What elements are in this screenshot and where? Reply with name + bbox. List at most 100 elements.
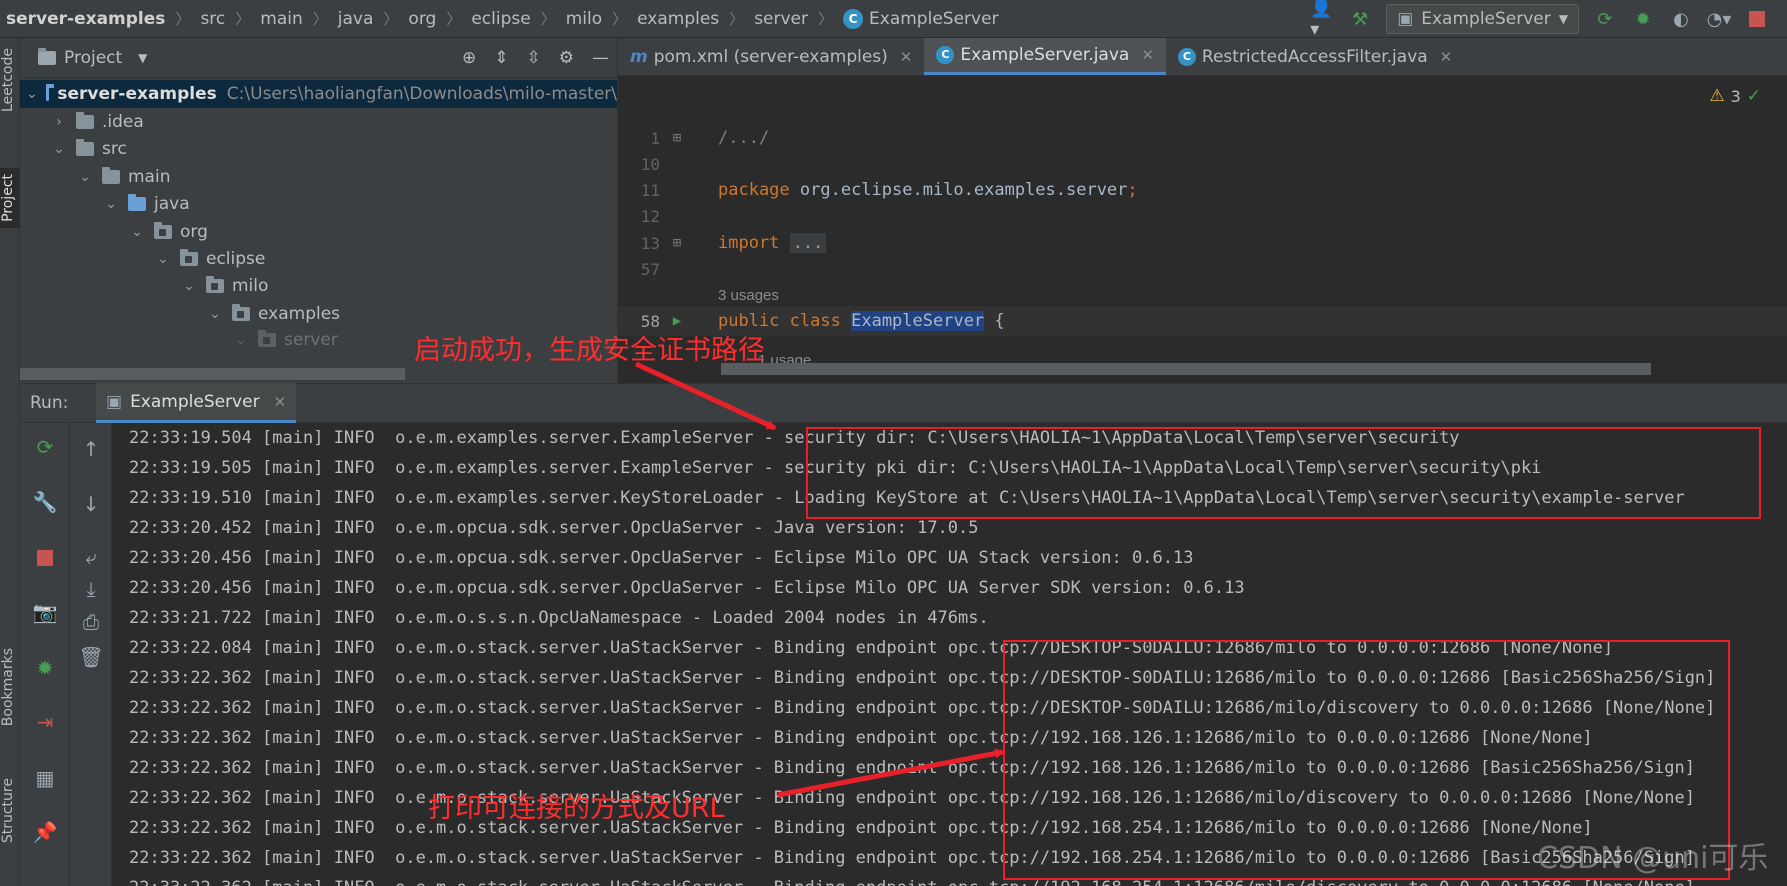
scroll-to-end-icon[interactable]: ⤓ [79, 577, 103, 601]
folded-imports[interactable]: ... [789, 233, 827, 253]
tab-restricted-access-filter[interactable]: C RestrictedAccessFilter.java ✕ [1166, 38, 1464, 75]
code-text: package org.eclipse.milo.examples.server… [718, 180, 1138, 200]
profiler-icon[interactable]: ◔▾ [1707, 7, 1732, 31]
chevron-down-icon[interactable]: ⌄ [76, 169, 94, 185]
arrow-up-icon[interactable]: ↑ [79, 437, 103, 461]
log-line: 22:33:21.722 [main] INFO o.e.m.o.s.s.n.O… [129, 608, 989, 628]
module-folder-icon [45, 84, 54, 101]
expand-all-icon[interactable]: ⇕ [494, 48, 508, 68]
chevron-down-icon[interactable]: ⌄ [50, 141, 68, 157]
chevron-down-icon[interactable]: ⌄ [102, 196, 120, 212]
debug-icon[interactable]: ✹ [33, 656, 57, 680]
class-icon: C [843, 8, 864, 29]
collapse-all-icon[interactable]: ⇳ [527, 48, 541, 68]
breadcrumb-item[interactable]: eclipse [471, 9, 530, 29]
tree-item-main[interactable]: ⌄ main [20, 163, 617, 191]
folder-icon [76, 112, 94, 129]
wrench-icon[interactable]: 🔧 [33, 490, 58, 514]
breadcrumb-item-label: ExampleServer [869, 8, 999, 29]
close-icon[interactable]: ✕ [900, 48, 913, 66]
print-icon[interactable]: ⎙ [79, 610, 103, 634]
tab-run-example-server[interactable]: ▣ ExampleServer ✕ [96, 383, 297, 423]
chevron-down-icon[interactable]: ⌄ [154, 251, 172, 267]
arrow-down-icon[interactable]: ↓ [79, 492, 103, 516]
camera-icon[interactable]: 📷 [33, 600, 58, 624]
close-icon[interactable]: ✕ [274, 393, 287, 411]
run-gutter-icon[interactable]: ▶ [660, 313, 694, 329]
tree-item-idea[interactable]: › .idea [20, 108, 617, 136]
chevron-down-icon[interactable]: ⌄ [232, 332, 250, 348]
breadcrumb-item[interactable]: src [200, 9, 225, 29]
fold-icon[interactable]: ⊞ [660, 235, 694, 251]
breadcrumb-item[interactable]: main [260, 9, 302, 29]
bookmarks-tool-button[interactable]: Bookmarks [0, 648, 20, 726]
breadcrumb-item[interactable]: org [408, 9, 436, 29]
chevron-down-icon[interactable]: ⌄ [26, 86, 38, 102]
exit-icon[interactable]: ⇥ [33, 710, 57, 734]
chevron-down-icon[interactable]: ▼ [138, 51, 147, 65]
tree-item-examples[interactable]: ⌄ examples [20, 300, 617, 328]
tab-pom-xml[interactable]: m pom.xml (server-examples) ✕ [618, 38, 924, 75]
inspection-widget[interactable]: ⚠ 3 ✓ [1709, 86, 1761, 106]
leetcode-tool-button[interactable]: Leetcode [0, 48, 20, 112]
hide-icon[interactable]: — [592, 48, 609, 68]
gear-icon[interactable]: ⚙ [559, 48, 574, 68]
line-number: 11 [640, 180, 660, 200]
trash-icon[interactable]: 🗑 [78, 645, 103, 669]
build-hammer-icon[interactable]: ⚒ [1348, 7, 1372, 31]
tab-example-server[interactable]: C ExampleServer.java ✕ [924, 38, 1166, 75]
tree-item-label: .idea [102, 112, 144, 132]
user-icon[interactable]: 👤▾ [1310, 0, 1334, 40]
chevron-down-icon[interactable]: ⌄ [180, 278, 198, 294]
chevron-right-icon: 〉 [235, 10, 251, 28]
package-icon [232, 304, 250, 321]
chevron-right-icon: 〉 [446, 10, 462, 28]
project-panel-title[interactable]: Project [64, 48, 122, 68]
run-panel-header: Run: ▣ ExampleServer ✕ [20, 383, 1787, 423]
fold-icon[interactable]: ⊞ [660, 130, 694, 146]
rerun-icon[interactable]: ⟳ [33, 435, 57, 459]
tree-item-java[interactable]: ⌄ java [20, 190, 617, 218]
log-line: 22:33:20.456 [main] INFO o.e.m.opcua.sdk… [129, 548, 1194, 568]
tree-item-src[interactable]: ⌄ src [20, 135, 617, 163]
breadcrumb-item[interactable]: server [754, 9, 808, 29]
close-icon[interactable]: ✕ [1141, 46, 1154, 64]
tree-item-milo[interactable]: ⌄ milo [20, 272, 617, 300]
breadcrumb-item[interactable]: milo [566, 9, 602, 29]
horizontal-scrollbar[interactable] [20, 368, 405, 380]
pin-icon[interactable]: 📌 [33, 820, 58, 844]
breadcrumb-item[interactable]: server-examples [6, 9, 165, 29]
tree-item-server-examples[interactable]: ⌄ server-examples C:\Users\haoliangfan\D… [20, 80, 617, 108]
tree-item-label: server-examples [57, 84, 217, 104]
breadcrumb-item[interactable]: java [338, 9, 374, 29]
code-line[interactable]: 12 [618, 201, 1787, 231]
tree-item-org[interactable]: ⌄ org [20, 218, 617, 246]
coverage-icon[interactable]: ◐ [1669, 7, 1693, 31]
package-icon [180, 249, 198, 266]
project-panel-header: Project ▼ ⊕ ⇕ ⇳ ⚙ — [20, 38, 617, 78]
stop-icon[interactable] [33, 546, 57, 570]
tree-item-label: eclipse [206, 249, 266, 269]
locate-icon[interactable]: ⊕ [462, 48, 476, 68]
usages-label: 3 usages [718, 286, 779, 304]
chevron-right-icon: 〉 [312, 10, 328, 28]
chevron-down-icon[interactable]: ⌄ [206, 306, 224, 322]
chevron-down-icon[interactable]: ⌄ [128, 224, 146, 240]
layout-icon[interactable]: ▦ [33, 766, 57, 790]
structure-tool-button[interactable]: Structure [0, 778, 20, 843]
debug-icon[interactable]: ✹ [1631, 7, 1655, 31]
project-tool-button[interactable]: Project [0, 168, 20, 228]
tree-item-label: main [128, 167, 171, 187]
chevron-right-icon[interactable]: › [50, 114, 68, 130]
soft-wrap-icon[interactable]: ⤶ [79, 545, 103, 569]
breadcrumb-item-current[interactable]: C ExampleServer [843, 8, 999, 29]
maven-icon: m [630, 46, 648, 67]
run-configuration-select[interactable]: ▣ ExampleServer ▼ [1386, 4, 1579, 34]
close-icon[interactable]: ✕ [1440, 48, 1453, 66]
stop-icon[interactable] [1745, 7, 1769, 31]
rerun-icon[interactable]: ⟳ [1593, 7, 1617, 31]
horizontal-scrollbar[interactable] [721, 363, 1651, 375]
tree-item-eclipse[interactable]: ⌄ eclipse [20, 245, 617, 273]
code-line-current[interactable]: 58 ▶ public class ExampleServer { [618, 306, 1787, 336]
breadcrumb-item[interactable]: examples [637, 9, 719, 29]
